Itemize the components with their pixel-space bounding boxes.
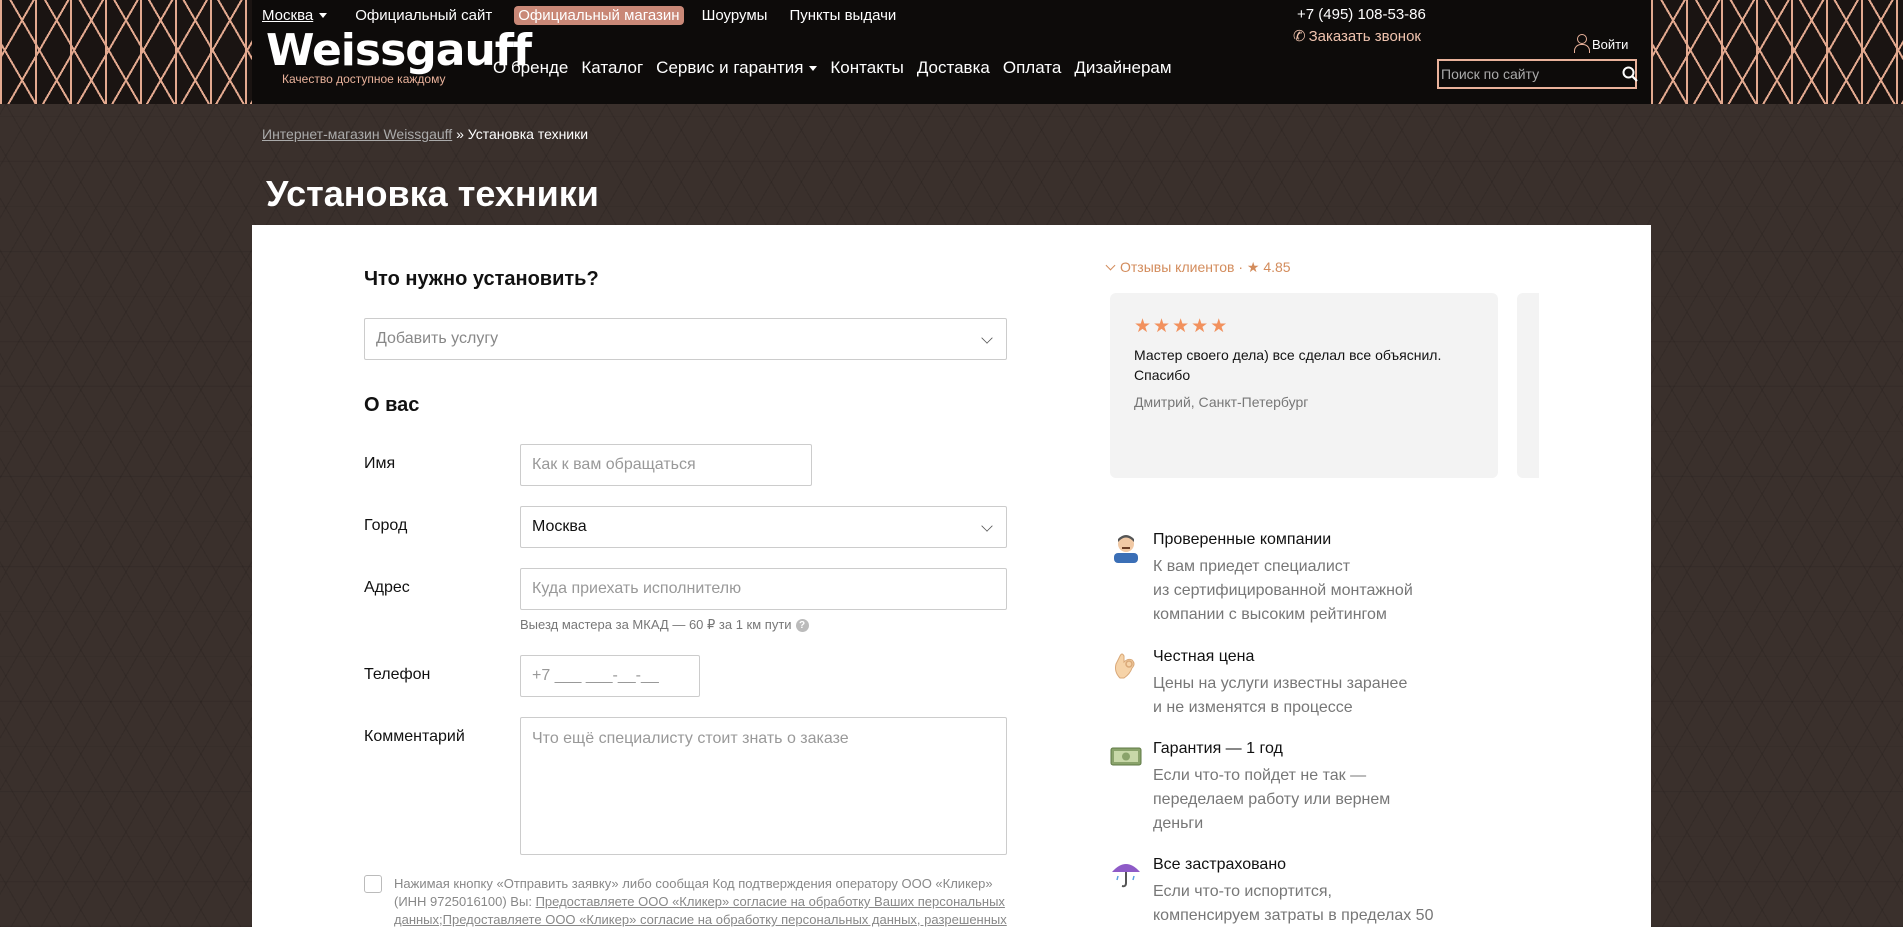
name-input[interactable] [520,444,812,486]
consent-checkbox[interactable] [364,875,382,893]
feature-title: Честная цена [1153,648,1255,665]
service-select-placeholder: Добавить услугу [376,330,499,347]
feature-title: Проверенные компании [1153,531,1332,548]
star-icon: ★ [1172,316,1190,337]
service-section-title: Что нужно установить? [364,268,599,290]
feature-desc: Цены на услуги известны заранее и не изм… [1153,675,1408,716]
address-input[interactable] [520,568,1007,610]
umbrella-icon [1112,864,1140,888]
feature-desc: Если что-то пойдет не так — переделаем р… [1153,767,1391,832]
about-section-title: О вас [364,394,420,416]
top-link-official-store[interactable]: Официальный магазин [514,5,684,25]
top-link-official-site[interactable]: Официальный сайт [355,7,492,24]
feature-title: Гарантия — 1 год [1153,740,1283,757]
user-icon [1574,34,1590,53]
comment-label: Комментарий [364,728,465,745]
site-header: Москва Официальный сайт Официальный мага… [0,0,1903,104]
search-button[interactable] [1622,61,1638,87]
city-label: Город [364,517,408,534]
breadcrumb: Интернет-магазин Weissgauff » Установка … [262,126,588,142]
nav-item-catalog[interactable]: Каталог [581,58,643,78]
login-button[interactable]: Войти [1574,34,1629,53]
nav-item-contacts[interactable]: Контакты [830,58,903,78]
nav-item-designers[interactable]: Дизайнерам [1074,58,1171,78]
nav-item-delivery[interactable]: Доставка [917,58,990,78]
ok-hand-icon [1115,653,1135,679]
top-link-showrooms[interactable]: Шоурумы [702,7,768,24]
help-icon[interactable]: ? [795,618,809,632]
money-icon [1110,747,1142,766]
breadcrumb-home-link[interactable]: Интернет-магазин Weissgauff [262,126,452,142]
chevron-down-icon [1105,260,1116,271]
name-label: Имя [364,455,396,472]
logo-brand: Weissgauff [266,25,532,76]
phone-number[interactable]: +7 (495) 108-53-86 [1297,6,1426,23]
consent-text: Нажимая кнопку «Отправить заявку» либо с… [394,875,1014,927]
address-hint-text: Выезд мастера за МКАД — 60 ₽ за 1 км пут… [520,617,792,632]
city-select[interactable]: Москва [520,506,1007,548]
nav-item-payment[interactable]: Оплата [1003,58,1061,78]
address-label: Адрес [364,579,410,596]
chevron-down-icon [319,12,328,18]
star-icon: ★ [1153,316,1171,337]
service-select[interactable]: Добавить услугу [364,318,1007,360]
feature-desc: Если что-то испортится, компенсируем зат… [1153,883,1434,924]
nav-item-about[interactable]: О бренде [493,58,568,78]
mechanic-icon [1114,535,1138,563]
review-card: ★ ★ ★ ★ ★ Мастер своего дела) все сделал… [1110,293,1498,478]
chevron-down-icon [981,332,993,344]
search-box [1437,59,1638,89]
reviews-toggle[interactable]: Отзывы клиентов · ★ 4.85 [1105,259,1291,276]
city-selector[interactable]: Москва [262,7,313,24]
city-select-value: Москва [532,518,587,535]
hex-pattern-right [1651,0,1903,104]
phone-icon: ✆ [1293,28,1306,45]
breadcrumb-separator: » [452,126,468,142]
next-review-card[interactable] [1517,293,1539,478]
hex-pattern-left [0,0,252,104]
breadcrumb-current: Установка техники [467,126,589,142]
top-link-pickup-points[interactable]: Пункты выдачи [789,7,896,24]
chevron-down-icon [981,520,993,532]
phone-label: Телефон [364,666,431,683]
login-label: Войти [1592,37,1629,52]
review-text: Мастер своего дела) все сделал все объяс… [1134,347,1442,383]
search-icon [1622,66,1638,82]
comment-textarea[interactable] [520,717,1007,855]
star-icon: ★ [1210,316,1228,337]
nav-item-service[interactable]: Сервис и гарантия [656,58,817,78]
main-nav: О бренде Каталог Сервис и гарантия Конта… [493,58,1172,78]
page-title: Установка техники [266,173,599,214]
star-icon: ★ [1134,316,1152,337]
callback-link[interactable]: ✆ Заказать звонок [1293,27,1421,45]
star-icon: ★ [1191,316,1209,337]
rating-stars: ★ ★ ★ ★ ★ [1134,315,1227,338]
address-hint: Выезд мастера за МКАД — 60 ₽ за 1 км пут… [520,617,809,633]
review-author: Дмитрий, Санкт-Петербург [1134,394,1309,410]
feature-desc: К вам приедет специалист из сертифициров… [1153,558,1413,623]
callback-label: Заказать звонок [1308,28,1421,45]
top-nav: Москва Официальный сайт Официальный мага… [262,5,918,25]
consent-link-allowed-data[interactable]: Предоставляете ООО «Кликер» согласие на … [443,912,1007,927]
reviews-toggle-label: Отзывы клиентов · ★ 4.85 [1120,259,1291,275]
logo[interactable]: Weissgauff Качество доступное каждому [266,25,532,87]
search-input[interactable] [1439,66,1622,82]
phone-input[interactable] [520,655,700,697]
feature-title: Все застраховано [1153,856,1287,873]
